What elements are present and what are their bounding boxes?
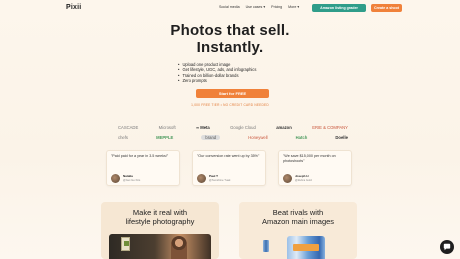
testimonial-quote: "We save $15,000 per month on photoshoot… [283, 154, 336, 163]
testimonials: "Paid paid for a year in 3.5 weeks!" Nat… [106, 150, 352, 186]
hero-title-line2: Instantly. [196, 39, 264, 56]
logo-google-cloud: Google Cloud [230, 124, 256, 130]
testimonial-card: "Paid paid for a year in 3.5 weeks!" Nat… [106, 150, 180, 186]
avatar [197, 174, 206, 183]
large-can-image [287, 236, 325, 259]
chat-bubble-icon[interactable] [440, 240, 454, 254]
nav-link-social-media[interactable]: Social media [219, 5, 240, 9]
avatar [283, 174, 292, 183]
listing-grader-button[interactable]: Amazon listing grader [312, 4, 366, 12]
panel-title-line: Make it real with [132, 208, 188, 217]
logo-microsoft: Microsoft [158, 124, 176, 130]
feature-bullet: Zero prompts [178, 78, 256, 83]
author-handle: @Get Go Kits [123, 177, 141, 182]
logo-chefs: chefs [118, 134, 129, 140]
cta-note: 1,000 FREE TIER • NO CREDIT CARD NEEDED [191, 103, 269, 107]
start-free-button[interactable]: Start for FREE [196, 89, 269, 98]
nav-links: Social media Use cases ▾ Pricing More ▾ [219, 5, 299, 9]
testimonial-author: Joseph H @Zebra Gold [283, 174, 347, 183]
client-logos: CASCADE Microsoft ∞ Meta Google Cloud am… [118, 122, 348, 142]
testimonial-card: "Our conversion rate went up by 35%" Pau… [192, 150, 266, 186]
lifestyle-panel-title: Make it real with lifestyle photography [101, 208, 219, 226]
testimonial-author: Paul T @Sunshine Tuak [197, 174, 261, 183]
logo-doelle: Doelle [335, 134, 348, 140]
nav-link-use-cases[interactable]: Use cases ▾ [246, 5, 266, 9]
brand-logo[interactable]: Pixii [66, 4, 81, 11]
testimonial-card: "We save $15,000 per month on photoshoot… [278, 150, 352, 186]
author-handle: @Sunshine Tuak [209, 177, 231, 182]
logo-honeywell: Honeywell [248, 134, 268, 140]
small-can-image [263, 240, 269, 252]
author-handle: @Zebra Gold [295, 177, 312, 182]
logo-mepple: MEPPLE [156, 134, 174, 140]
logo-row: CASCADE Microsoft ∞ Meta Google Cloud am… [118, 122, 348, 132]
chat-icon-glyph [443, 243, 451, 251]
nav-link-pricing[interactable]: Pricing [271, 5, 282, 9]
panel-title-line: Amazon main images [261, 217, 335, 226]
amazon-main-image [247, 234, 349, 259]
top-nav: Pixii Social media Use cases ▾ Pricing M… [0, 0, 460, 16]
amazon-panel: Beat rivals with Amazon main images [239, 202, 357, 259]
logo-hatch: Hatch [295, 134, 308, 140]
create-shoot-button[interactable]: Create a shoot [371, 4, 402, 12]
amazon-panel-title: Beat rivals with Amazon main images [239, 208, 357, 226]
logo-erie: ERIE & COMPANY [312, 124, 348, 130]
hero-title-line1: Photos that sell. [170, 22, 290, 39]
feature-bullets: Upload one product image Get lifestyle, … [178, 62, 256, 84]
hero-title: Photos that sell. Instantly. [0, 22, 460, 56]
logo-meta: ∞ Meta [196, 124, 210, 130]
nav-link-more[interactable]: More ▾ [288, 5, 299, 9]
logo-cascade: CASCADE [118, 124, 139, 130]
logo-amazon: amazon [276, 124, 292, 130]
person-image [171, 236, 187, 259]
product-box-image [121, 237, 130, 251]
testimonial-quote: "Paid paid for a year in 3.5 weeks!" [111, 154, 169, 158]
lifestyle-photo [109, 234, 211, 259]
panel-title-line: lifestyle photography [125, 217, 195, 226]
panel-title-line: Beat rivals with [272, 208, 324, 217]
avatar [111, 174, 120, 183]
logo-row: chefs MEPPLE brand Honeywell Hatch Doell… [118, 132, 348, 142]
lifestyle-panel: Make it real with lifestyle photography [101, 202, 219, 259]
testimonial-quote: "Our conversion rate went up by 35%" [197, 154, 260, 158]
logo-brand-pill: brand [201, 134, 221, 140]
testimonial-author: Natalia @Get Go Kits [111, 174, 175, 183]
